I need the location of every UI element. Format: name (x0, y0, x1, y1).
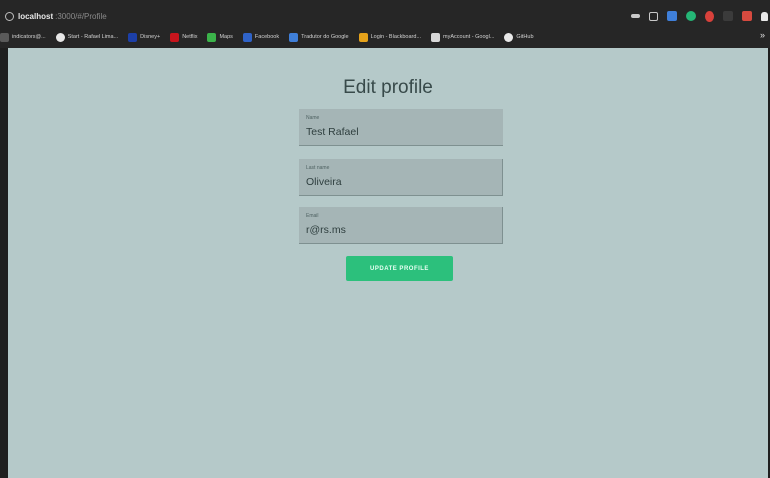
bookmark-item[interactable]: Maps (207, 32, 233, 42)
bookmark-label: Login - Blackboard... (370, 34, 422, 40)
bookmark-label: Netflix (182, 34, 198, 40)
bookmarks-overflow-button[interactable]: » (760, 30, 765, 40)
bookmark-label: indicators@... (12, 34, 46, 40)
extension-icon[interactable] (667, 11, 677, 21)
bookmark-icon (207, 32, 217, 42)
bell-icon[interactable] (761, 11, 768, 21)
page-title: Edit profile (343, 77, 433, 98)
bookmark-item[interactable]: Disney+ (128, 32, 161, 42)
bookmark-icon (170, 32, 180, 42)
bookmark-item[interactable]: GitHub (504, 32, 534, 42)
bookmark-icon (128, 32, 138, 42)
extension-icon[interactable] (686, 11, 696, 21)
bookmark-icon (431, 32, 441, 42)
bookmark-icon (55, 32, 65, 42)
bookmark-label: Disney+ (140, 34, 161, 40)
address-bar[interactable]: localhost :3000/#/Profile (0, 7, 770, 25)
bookmark-item[interactable]: Start - Rafael Lima... (55, 32, 119, 42)
toolbar-icons (631, 7, 768, 25)
bookmark-item[interactable]: myAccount - Googl... (431, 32, 495, 42)
bookmark-label: myAccount - Googl... (443, 34, 495, 40)
bookmark-item[interactable]: indicators@... (0, 32, 46, 42)
bookmarks-bar: indicators@... Start - Rafael Lima... Di… (0, 29, 770, 45)
bookmark-icon (289, 32, 299, 42)
email-field[interactable]: Email r@rs.ms (299, 207, 503, 244)
email-label: Email (306, 213, 319, 219)
info-icon[interactable] (5, 11, 14, 21)
key-icon[interactable] (631, 14, 640, 18)
extension-icon[interactable] (742, 11, 752, 21)
page-content: Edit profile Name Test Rafael Last name … (8, 48, 768, 478)
bookmark-item[interactable]: Netflix (170, 32, 198, 42)
bookmark-item[interactable]: Tradutor do Google (289, 32, 349, 42)
name-label: Name (306, 115, 320, 121)
bookmark-label: Start - Rafael Lima... (67, 34, 119, 40)
bookmark-label: Maps (219, 34, 233, 40)
last-name-field[interactable]: Last name Oliveira (299, 159, 503, 196)
bookmark-label: Facebook (254, 34, 280, 40)
bookmark-item[interactable]: Login - Blackboard... (358, 32, 422, 42)
github-icon (504, 32, 514, 42)
url-field[interactable]: localhost :3000/#/Profile (0, 7, 107, 25)
bookmark-item[interactable]: Facebook (242, 32, 280, 42)
extension-icon[interactable] (705, 10, 714, 22)
bookmark-icon (242, 32, 252, 42)
last-name-value[interactable]: Oliveira (306, 176, 342, 188)
name-value[interactable]: Test Rafael (306, 126, 359, 138)
bookmark-label: GitHub (516, 34, 534, 40)
name-field[interactable]: Name Test Rafael (299, 109, 503, 146)
bookmark-icon (358, 32, 368, 42)
url-host: localhost (18, 11, 54, 21)
update-profile-button[interactable]: UPDATE PROFILE (346, 256, 453, 281)
url-path: :3000/#/Profile (55, 11, 107, 21)
star-icon[interactable] (649, 11, 658, 21)
bookmark-label: Tradutor do Google (301, 34, 349, 40)
last-name-label: Last name (306, 165, 330, 171)
bookmark-icon (0, 32, 9, 42)
email-value[interactable]: r@rs.ms (306, 224, 346, 236)
extension-icon[interactable] (723, 11, 733, 21)
